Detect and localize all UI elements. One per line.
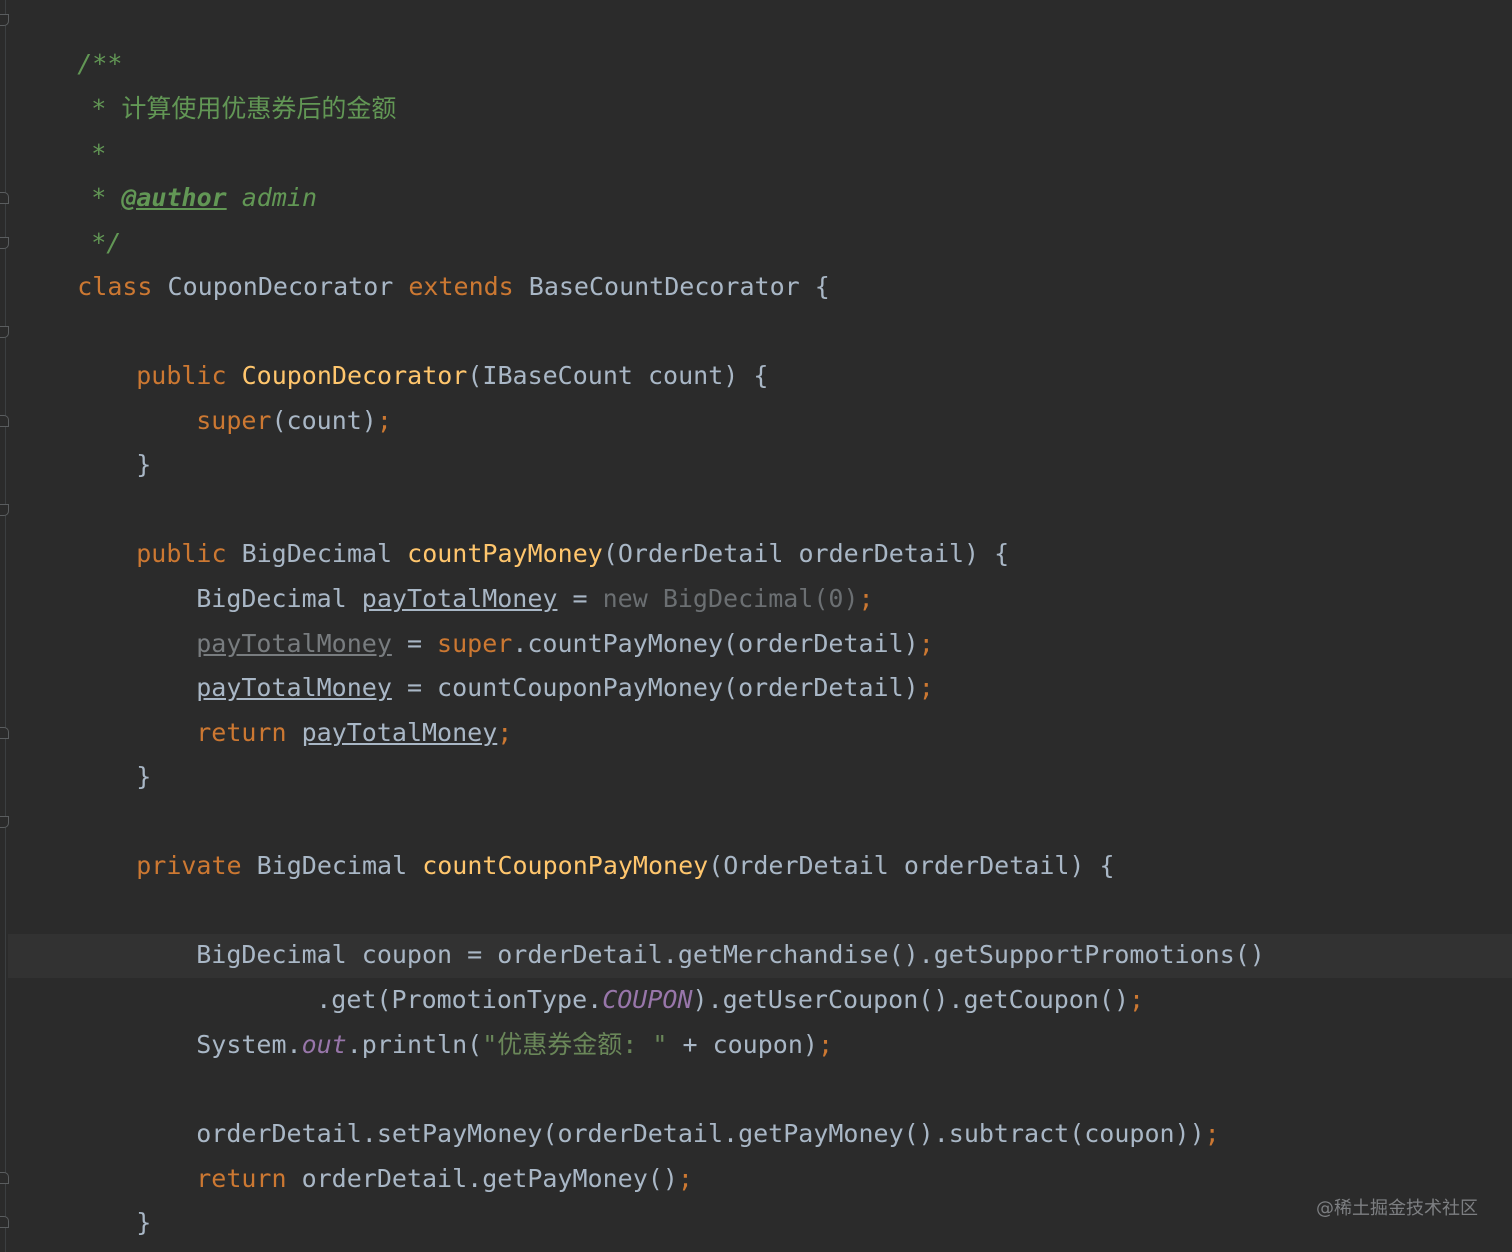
fold-marker[interactable] bbox=[0, 816, 9, 828]
code-line[interactable]: return orderDetail.getPayMoney(); bbox=[136, 1113, 693, 1193]
semicolon: ; bbox=[497, 718, 513, 747]
fold-marker[interactable] bbox=[0, 14, 9, 26]
code-line[interactable]: * 计算使用优惠券后的金额 bbox=[31, 43, 396, 123]
doc-comment-description: 计算使用优惠券后的金额 bbox=[121, 94, 397, 123]
code-line-current[interactable]: .get(PromotionType.COUPON).getUserCoupon… bbox=[256, 934, 1144, 1014]
base-class-name: BaseCountDecorator { bbox=[513, 272, 830, 301]
keyword-return: return bbox=[196, 718, 287, 747]
code-line[interactable]: } bbox=[76, 711, 151, 791]
variable-name: payTotalMoney bbox=[301, 718, 498, 747]
doc-author-value: admin bbox=[226, 183, 317, 212]
semicolon: ; bbox=[918, 673, 934, 702]
fold-marker[interactable] bbox=[0, 192, 9, 204]
code-line[interactable]: BigDecimal coupon = orderDetail.getMerch… bbox=[136, 889, 1265, 969]
code-line[interactable]: public CouponDecorator(IBaseCount count)… bbox=[76, 310, 768, 390]
fold-marker[interactable] bbox=[0, 1216, 9, 1228]
code-line[interactable]: orderDetail.setPayMoney(orderDetail.getP… bbox=[136, 1068, 1220, 1148]
println-args: + coupon) bbox=[667, 1030, 818, 1059]
code-line[interactable]: return payTotalMoney; bbox=[136, 667, 512, 747]
code-line[interactable]: /** bbox=[17, 0, 122, 78]
return-expression: orderDetail.getPayMoney() bbox=[286, 1164, 678, 1193]
code-line[interactable]: super(count); bbox=[136, 355, 392, 435]
semicolon: ; bbox=[1204, 1119, 1220, 1148]
code-line[interactable]: private BigDecimal countCouponPayMoney(O… bbox=[76, 800, 1114, 880]
code-line[interactable]: payTotalMoney = countCouponPayMoney(orde… bbox=[136, 622, 934, 702]
close-brace: } bbox=[136, 450, 152, 479]
code-line[interactable]: } bbox=[17, 1202, 92, 1246]
fold-marker[interactable] bbox=[0, 237, 9, 249]
doc-author-tag: @author bbox=[121, 183, 227, 212]
method-params: (OrderDetail orderDetail) { bbox=[708, 851, 1115, 880]
class-name: CouponDecorator bbox=[152, 272, 409, 301]
method-name: countCouponPayMoney bbox=[422, 851, 709, 880]
close-brace: } bbox=[136, 762, 152, 791]
keyword-return: return bbox=[196, 1164, 287, 1193]
code-editor[interactable]: /** * 计算使用优惠券后的金额 * * @author admin */ c… bbox=[0, 0, 1512, 1252]
code-line[interactable]: * bbox=[31, 88, 106, 168]
semicolon: ; bbox=[1129, 985, 1145, 1014]
code-line[interactable]: payTotalMoney = super.countPayMoney(orde… bbox=[136, 578, 934, 658]
fold-marker[interactable] bbox=[0, 727, 9, 739]
fold-marker[interactable] bbox=[0, 415, 9, 427]
code-line[interactable]: */ bbox=[31, 177, 121, 257]
fold-marker[interactable] bbox=[0, 326, 9, 338]
editor-gutter bbox=[0, 0, 14, 1252]
keyword-private: private bbox=[136, 851, 242, 880]
code-line[interactable]: System.out.println("优惠券金额: " + coupon); bbox=[136, 979, 833, 1059]
keyword-class: class bbox=[77, 272, 153, 301]
return-type: BigDecimal bbox=[241, 851, 423, 880]
static-field-out: out bbox=[301, 1030, 347, 1059]
string-literal: "优惠券金额: " bbox=[482, 1030, 668, 1059]
constructor-params: (IBaseCount count) { bbox=[467, 361, 769, 390]
watermark: @稀土掘金技术社区 bbox=[1316, 1198, 1478, 1219]
fold-marker[interactable] bbox=[0, 504, 9, 516]
semicolon: ; bbox=[677, 1164, 693, 1193]
code-line[interactable]: BigDecimal payTotalMoney = new BigDecima… bbox=[136, 533, 873, 613]
system-class: System. bbox=[196, 1030, 302, 1059]
fold-marker[interactable] bbox=[0, 1172, 9, 1184]
code-line[interactable]: } bbox=[76, 1157, 151, 1237]
code-line[interactable]: * @author admin bbox=[31, 132, 317, 212]
super-args: (count) bbox=[271, 406, 377, 435]
semicolon: ; bbox=[817, 1030, 833, 1059]
keyword-super: super bbox=[196, 406, 272, 435]
semicolon: ; bbox=[376, 406, 392, 435]
keyword-extends: extends bbox=[408, 272, 514, 301]
gutter-divider bbox=[5, 0, 6, 1252]
code-line[interactable]: class CouponDecorator extends BaseCountD… bbox=[17, 221, 830, 301]
close-brace: } bbox=[136, 1208, 152, 1237]
code-line[interactable]: } bbox=[76, 399, 151, 479]
println-call: .println( bbox=[346, 1030, 483, 1059]
code-line[interactable]: public BigDecimal countPayMoney(OrderDet… bbox=[76, 488, 1009, 568]
